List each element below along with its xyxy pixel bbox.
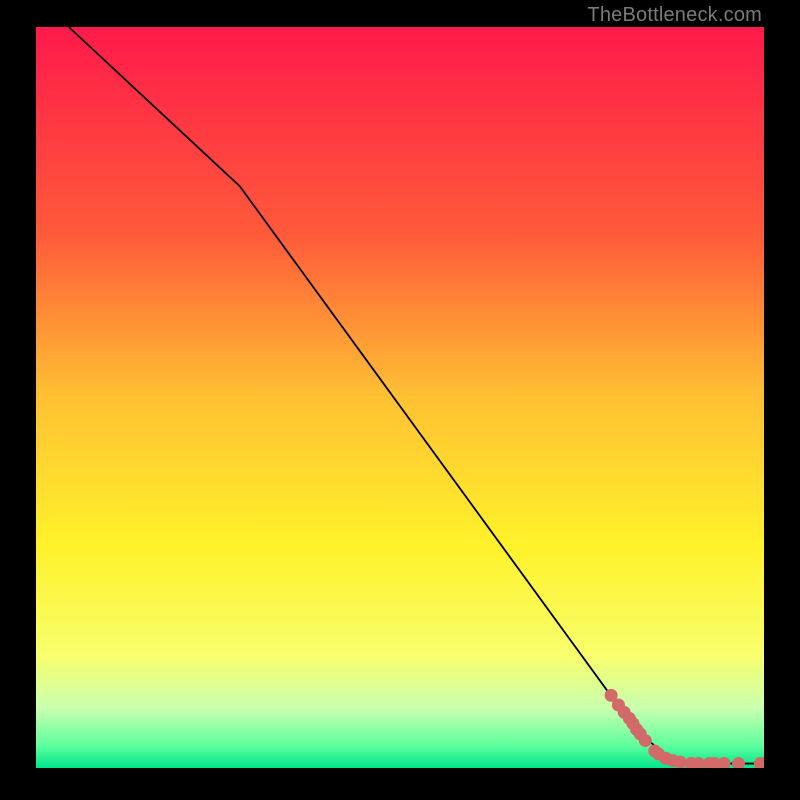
plot-svg xyxy=(36,27,764,768)
plot-area xyxy=(36,27,764,768)
data-marker xyxy=(639,734,652,747)
chart-frame: TheBottleneck.com xyxy=(0,0,800,800)
gradient-background xyxy=(36,27,764,768)
data-marker xyxy=(674,756,687,768)
watermark-text: TheBottleneck.com xyxy=(587,4,762,27)
